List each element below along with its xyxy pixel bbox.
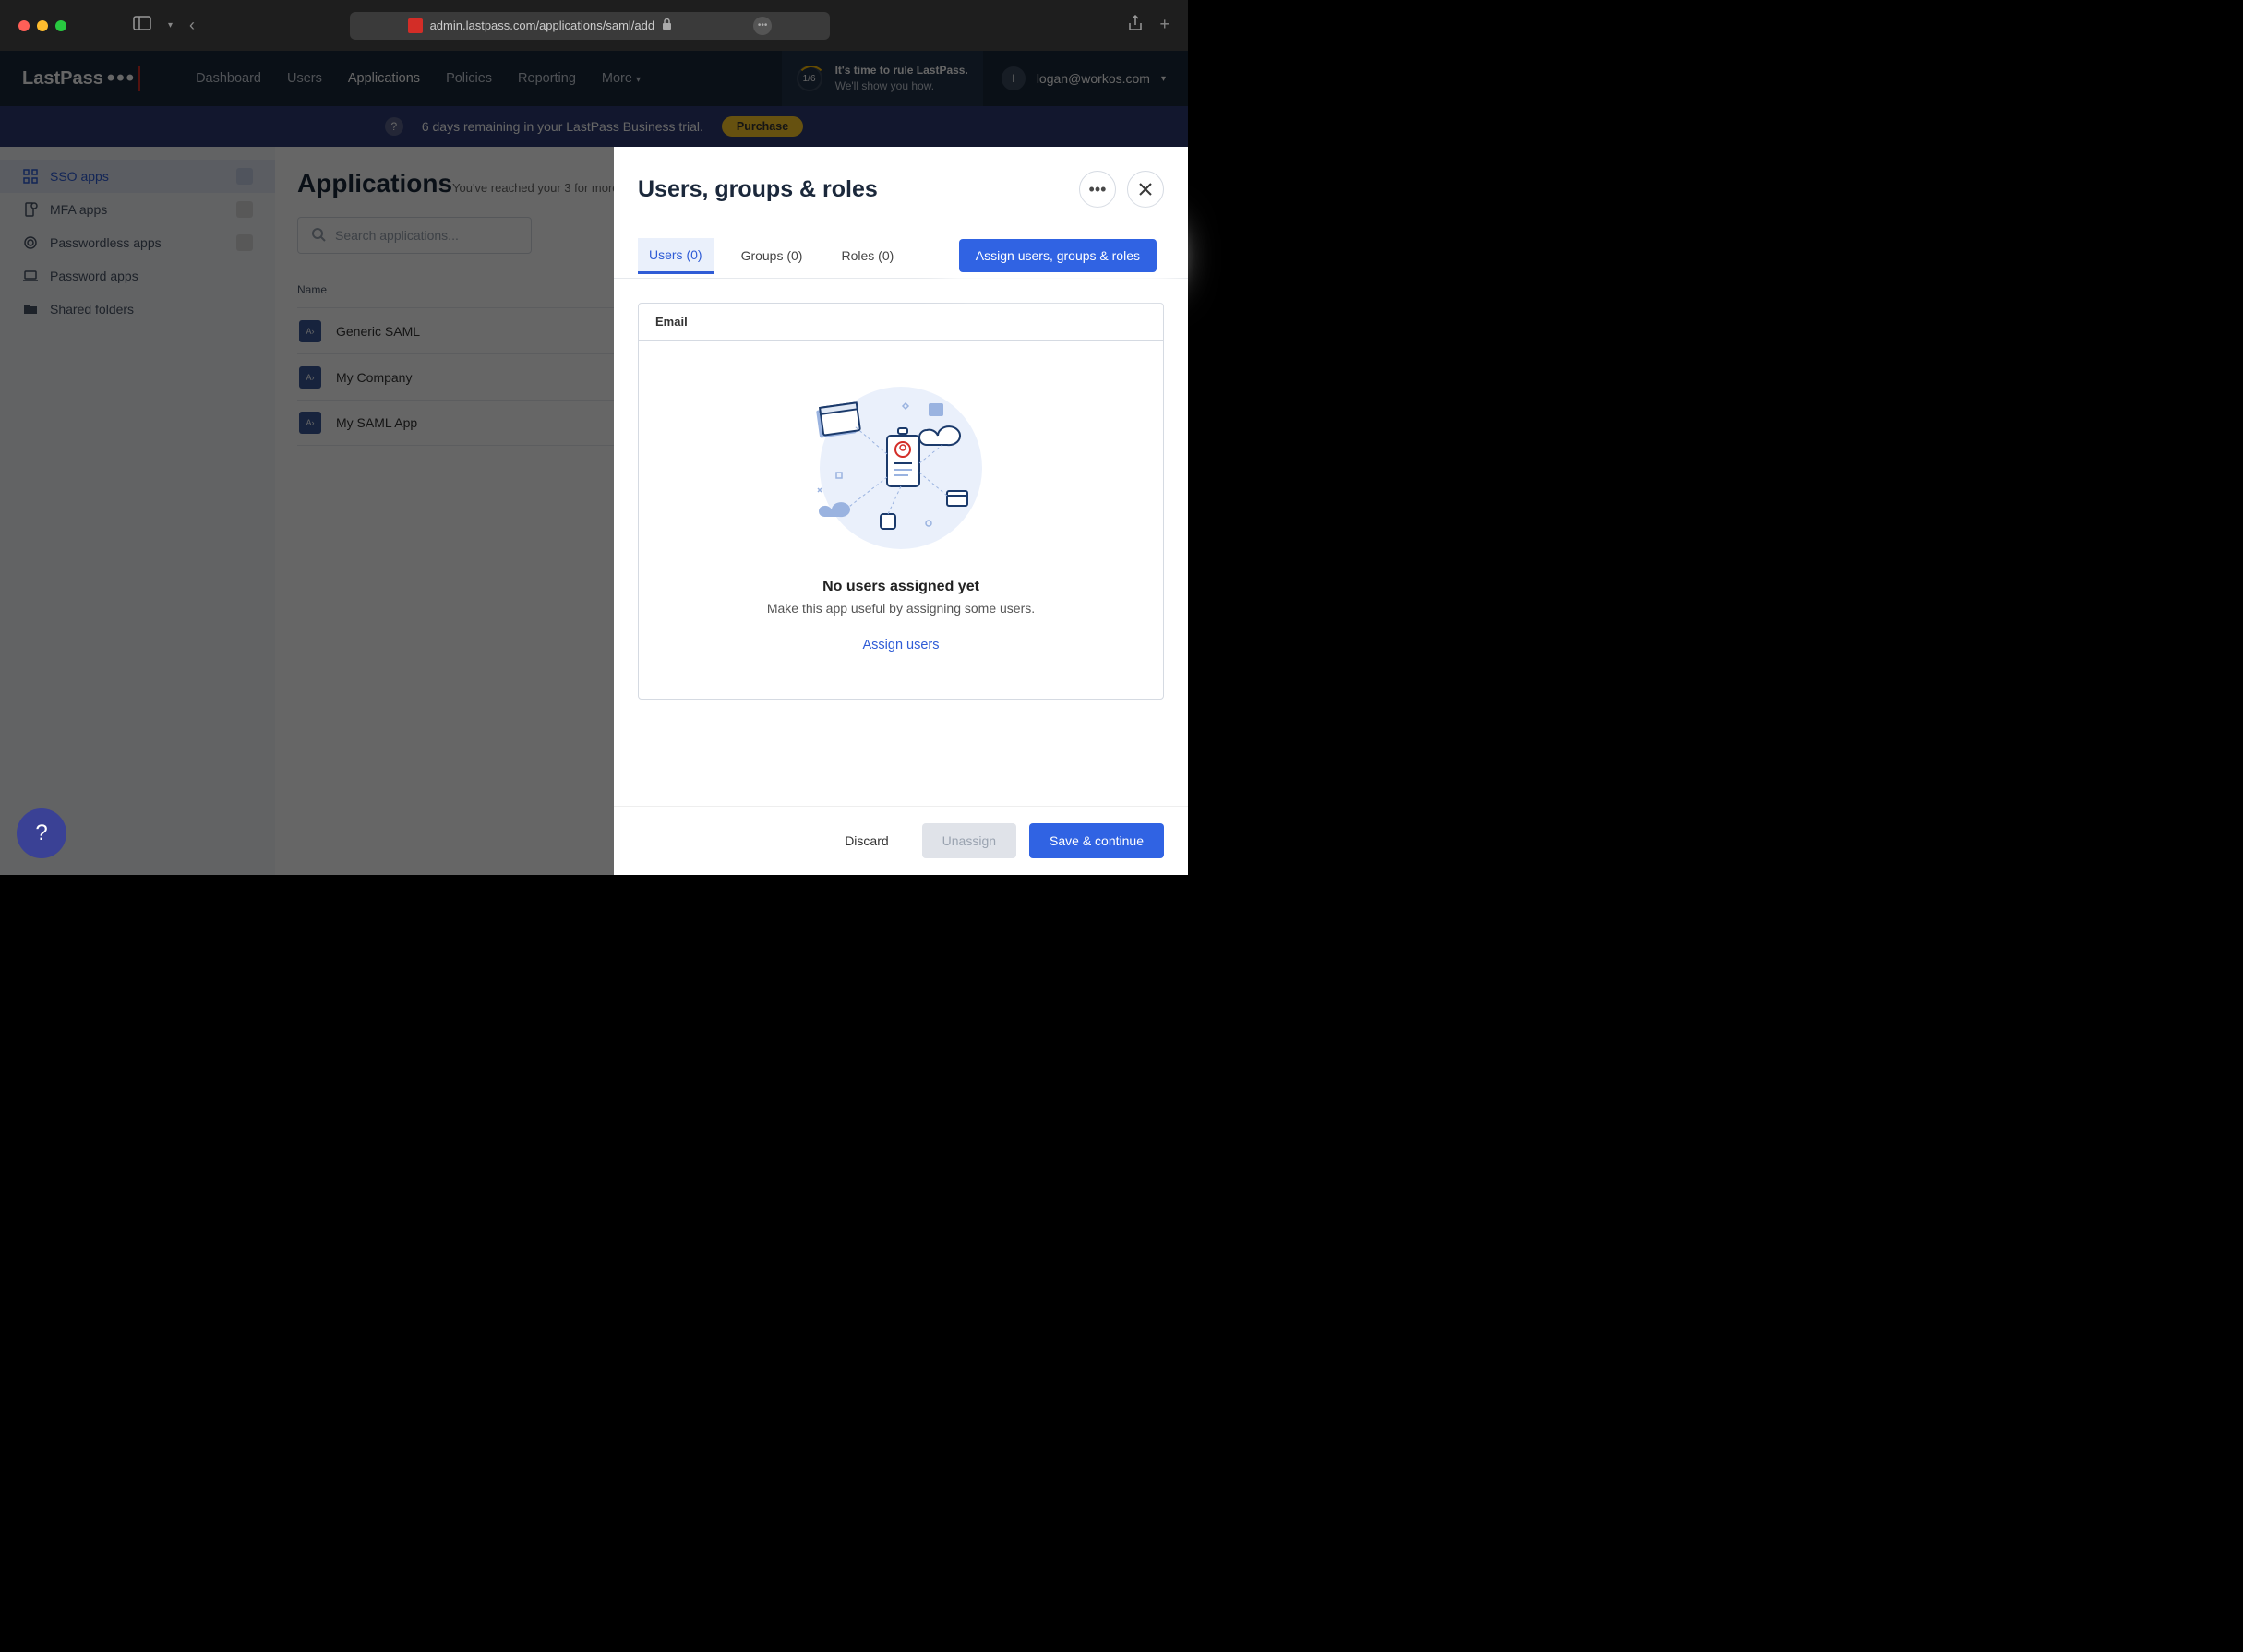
purchase-button[interactable]: Purchase xyxy=(722,116,803,137)
sidebar-item-label: Shared folders xyxy=(50,302,134,317)
logo-text: LastPass xyxy=(22,68,103,90)
logo-dots-icon: ••• xyxy=(107,66,140,91)
app-icon: A› xyxy=(299,412,321,434)
logo[interactable]: LastPass••• xyxy=(22,66,140,91)
search-input[interactable]: Search applications... xyxy=(297,217,532,254)
sidebar-item-label: Passwordless apps xyxy=(50,235,162,250)
trial-text: 6 days remaining in your LastPass Busine… xyxy=(422,119,703,134)
browser-chrome: ▾ ‹ admin.lastpass.com/applications/saml… xyxy=(0,0,1188,51)
nav-dashboard[interactable]: Dashboard xyxy=(196,54,261,103)
info-badge-icon xyxy=(236,201,253,218)
assign-users-groups-roles-button[interactable]: Assign users, groups & roles xyxy=(959,239,1157,272)
top-navigation: LastPass••• Dashboard Users Applications… xyxy=(0,51,1188,106)
page-title: Applications xyxy=(297,169,452,198)
favicon-icon xyxy=(408,18,423,33)
help-fab-button[interactable]: ? xyxy=(17,808,66,858)
app-icon: A› xyxy=(299,366,321,389)
discard-button[interactable]: Discard xyxy=(824,823,908,858)
folder-share-icon xyxy=(22,301,39,317)
chevron-down-icon[interactable]: ▾ xyxy=(168,20,173,30)
back-icon[interactable]: ‹ xyxy=(189,16,195,35)
maximize-window[interactable] xyxy=(55,20,66,31)
empty-illustration-icon xyxy=(809,385,993,551)
nav-applications[interactable]: Applications xyxy=(348,54,420,103)
nav-more[interactable]: More ▾ xyxy=(602,54,641,103)
sidebar-item-label: SSO apps xyxy=(50,169,109,184)
search-placeholder: Search applications... xyxy=(335,228,459,243)
tab-groups[interactable]: Groups (0) xyxy=(730,239,814,272)
sidebar-item-mfa-apps[interactable]: MFA apps xyxy=(0,193,275,226)
sidebar-toggle-icon[interactable] xyxy=(133,16,151,35)
app-name: My SAML App xyxy=(336,415,417,430)
url-bar[interactable]: admin.lastpass.com/applications/saml/add… xyxy=(350,12,830,40)
empty-state-title: No users assigned yet xyxy=(822,579,979,595)
tab-users[interactable]: Users (0) xyxy=(638,238,714,274)
user-email: logan@workos.com xyxy=(1037,71,1150,86)
sidebar-item-label: MFA apps xyxy=(50,202,107,217)
nav-reporting[interactable]: Reporting xyxy=(518,54,576,103)
lock-icon xyxy=(662,18,672,33)
info-badge-icon xyxy=(236,168,253,185)
trial-banner: ? 6 days remaining in your LastPass Busi… xyxy=(0,106,1188,147)
assign-users-link[interactable]: Assign users xyxy=(862,638,939,652)
url-options-icon[interactable]: ••• xyxy=(753,17,772,35)
new-tab-icon[interactable]: + xyxy=(1159,15,1169,36)
minimize-window[interactable] xyxy=(37,20,48,31)
sidebar-item-password-apps[interactable]: Password apps xyxy=(0,259,275,293)
question-icon[interactable]: ? xyxy=(385,117,403,136)
progress-ring-icon: 1/6 xyxy=(797,66,822,91)
chevron-down-icon: ▾ xyxy=(636,75,641,85)
panel-footer: Discard Unassign Save & continue xyxy=(614,806,1188,875)
url-text: admin.lastpass.com/applications/saml/add xyxy=(430,18,655,32)
question-icon: ? xyxy=(35,820,47,846)
window-controls xyxy=(18,20,66,31)
nav-users[interactable]: Users xyxy=(287,54,322,103)
sidebar: SSO apps MFA apps Passwordless apps Pass… xyxy=(0,147,275,875)
app-name: My Company xyxy=(336,370,412,385)
save-continue-button[interactable]: Save & continue xyxy=(1029,823,1164,858)
fingerprint-icon xyxy=(22,234,39,251)
onboard-title: It's time to rule LastPass. xyxy=(835,63,968,78)
info-badge-icon xyxy=(236,234,253,251)
onboarding-card[interactable]: 1/6 It's time to rule LastPass. We'll sh… xyxy=(782,51,983,106)
phone-shield-icon xyxy=(22,201,39,218)
tab-roles[interactable]: Roles (0) xyxy=(830,239,905,272)
highlight-callout: Assign users, groups & roles xyxy=(952,233,1164,278)
user-menu[interactable]: l logan@workos.com ▾ xyxy=(1002,66,1166,90)
nav-policies[interactable]: Policies xyxy=(446,54,492,103)
subtitle-note: You've reached your 3 for more. xyxy=(452,181,622,195)
chevron-down-icon: ▾ xyxy=(1161,74,1166,84)
avatar: l xyxy=(1002,66,1026,90)
unassign-button[interactable]: Unassign xyxy=(922,823,1016,858)
sidebar-item-shared-folders[interactable]: Shared folders xyxy=(0,293,275,326)
panel-title: Users, groups & roles xyxy=(638,176,878,203)
close-window[interactable] xyxy=(18,20,30,31)
share-icon[interactable] xyxy=(1128,15,1143,36)
empty-state: Email xyxy=(638,303,1164,700)
close-panel-button[interactable] xyxy=(1127,171,1164,208)
sidebar-item-label: Password apps xyxy=(50,269,138,283)
empty-state-description: Make this app useful by assigning some u… xyxy=(767,601,1035,616)
more-options-button[interactable]: ••• xyxy=(1079,171,1116,208)
tabs-row: Users (0) Groups (0) Roles (0) Assign us… xyxy=(614,217,1188,279)
email-column-header: Email xyxy=(639,304,1163,341)
laptop-icon xyxy=(22,268,39,284)
app-icon: A› xyxy=(299,320,321,342)
sidebar-item-sso-apps[interactable]: SSO apps xyxy=(0,160,275,193)
app-name: Generic SAML xyxy=(336,324,420,339)
nav-items: Dashboard Users Applications Policies Re… xyxy=(196,54,641,103)
sidebar-item-passwordless-apps[interactable]: Passwordless apps xyxy=(0,226,275,259)
grid-icon xyxy=(22,168,39,185)
search-icon xyxy=(311,227,326,245)
onboard-subtitle: We'll show you how. xyxy=(835,78,968,94)
side-panel: Users, groups & roles ••• Users (0) Grou… xyxy=(614,147,1188,875)
